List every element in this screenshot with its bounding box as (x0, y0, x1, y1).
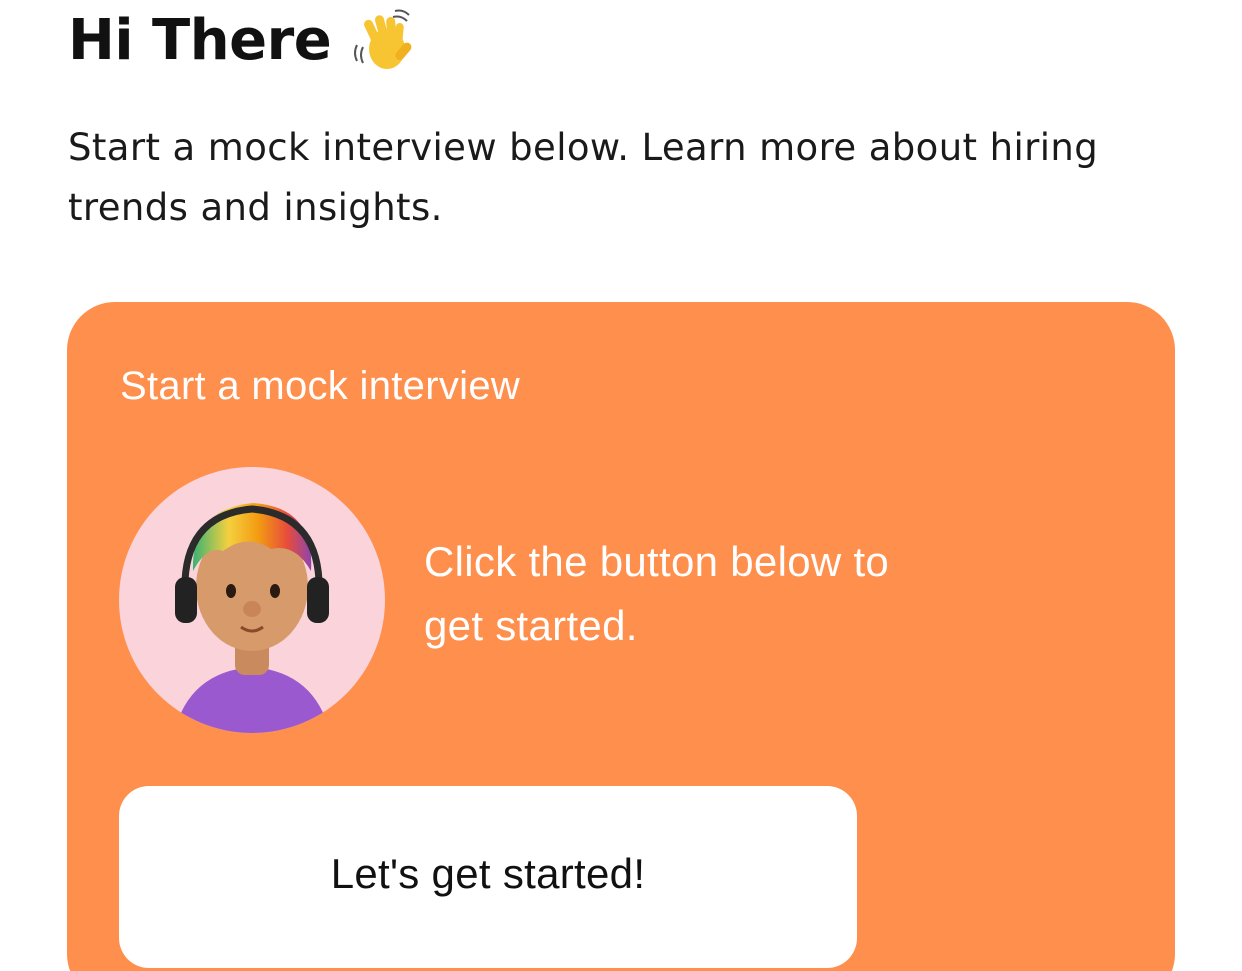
greeting-header: Hi There (68, 0, 419, 80)
waving-hand-icon (349, 5, 419, 75)
page-title: Hi There (68, 7, 332, 73)
get-started-button-label: Let's get started! (330, 850, 646, 897)
card-title: Start a mock interview (120, 364, 521, 408)
get-started-button[interactable]: Let's get started! (119, 786, 857, 968)
avatar-headphones-icon (174, 503, 330, 733)
mock-interview-card: Start a mock interview Click the button … (67, 302, 1175, 971)
home-screen: Hi There Start a mock interview below. L… (0, 0, 1242, 971)
intro-text: Start a mock interview below. Learn more… (68, 126, 1099, 229)
card-description: Click the button below to get started. (424, 538, 890, 649)
avatar (119, 467, 385, 733)
